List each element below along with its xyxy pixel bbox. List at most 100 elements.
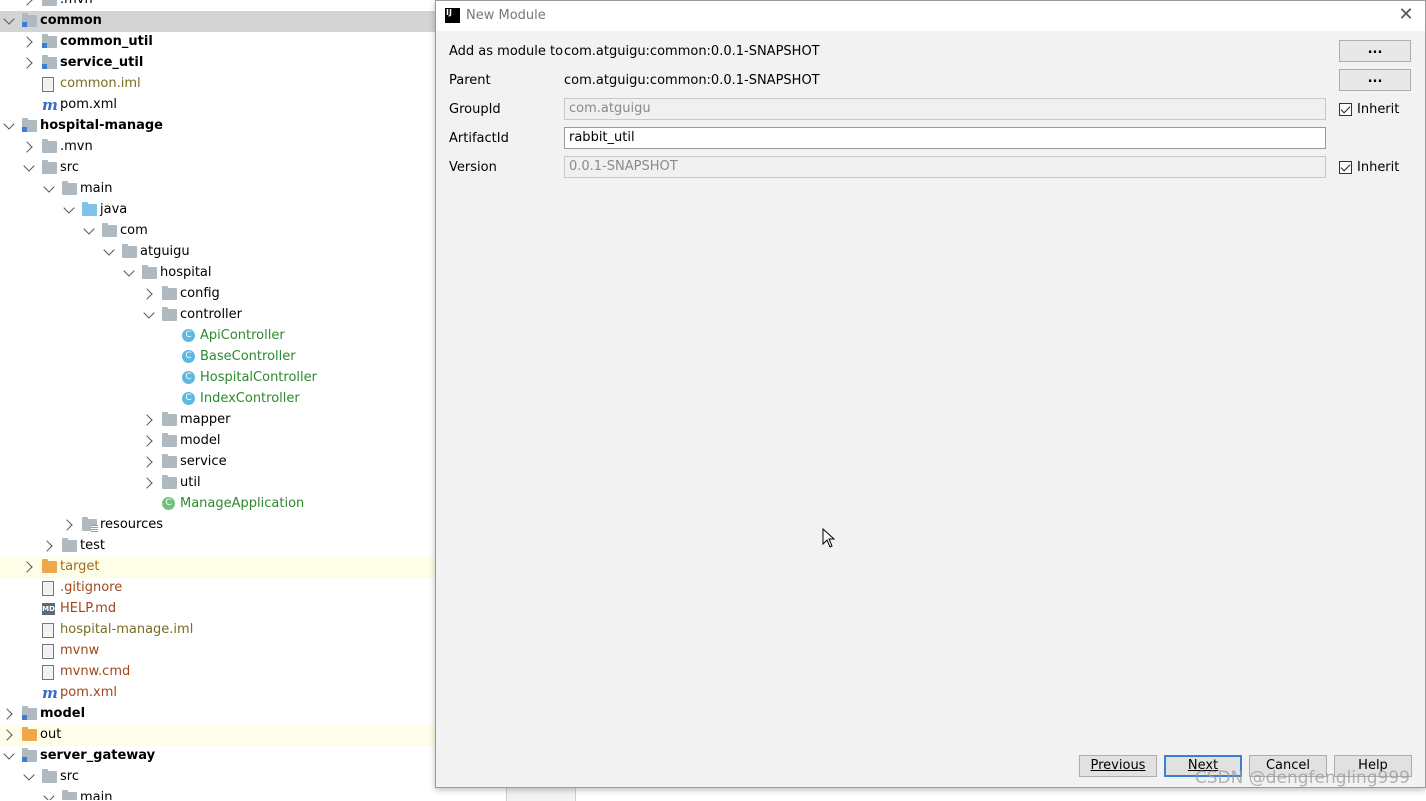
chevron-right-icon[interactable] (21, 57, 33, 69)
tree-item[interactable]: out (0, 725, 436, 746)
tree-item[interactable]: service_util (0, 53, 436, 74)
tree-item-label: server_gateway (40, 748, 156, 763)
chevron-down-icon[interactable] (3, 748, 15, 760)
chevron-down-icon[interactable] (123, 265, 135, 277)
chevron-right-icon[interactable] (21, 0, 33, 6)
tree-item[interactable]: hospital-manage.iml (0, 620, 436, 641)
tree-item[interactable]: mvnw (0, 641, 436, 662)
tree-item[interactable]: atguigu (0, 242, 436, 263)
previous-button[interactable]: Previous (1079, 755, 1157, 777)
tree-item[interactable]: resources (0, 515, 436, 536)
tree-item[interactable]: hospital-manage (0, 116, 436, 137)
tree-item[interactable]: util (0, 473, 436, 494)
chevron-right-icon[interactable] (61, 519, 73, 531)
chevron-right-icon[interactable] (141, 414, 153, 426)
chevron-down-icon[interactable] (83, 223, 95, 235)
chevron-right-icon[interactable] (21, 561, 33, 573)
package-icon (162, 454, 177, 468)
folder-icon (42, 769, 57, 783)
tree-item[interactable]: C IndexController (0, 389, 436, 410)
tree-item-label: config (180, 286, 220, 301)
new-module-dialog: IJ New Module ✕ Add as module to com.atg… (435, 0, 1426, 788)
chevron-down-icon[interactable] (63, 202, 75, 214)
tree-item[interactable]: .mvn (0, 0, 436, 11)
chevron-down-icon[interactable] (23, 769, 35, 781)
tree-item[interactable]: m pom.xml (0, 683, 436, 704)
chevron-right-icon[interactable] (141, 435, 153, 447)
tree-item[interactable]: service (0, 452, 436, 473)
groupid-field[interactable]: com.atguigu (564, 98, 1326, 120)
tree-item[interactable]: src (0, 158, 436, 179)
tree-item-label: mapper (180, 412, 231, 427)
tree-item[interactable]: C ManageApplication (0, 494, 436, 515)
chevron-down-icon[interactable] (23, 160, 35, 172)
tree-item[interactable]: mapper (0, 410, 436, 431)
tree-item[interactable]: C HospitalController (0, 368, 436, 389)
mouse-cursor-icon (822, 527, 836, 548)
folder-icon (62, 538, 77, 552)
tree-item[interactable]: m pom.xml (0, 95, 436, 116)
tree-item[interactable]: hospital (0, 263, 436, 284)
dialog-titlebar[interactable]: IJ New Module ✕ (436, 1, 1425, 31)
tree-item[interactable]: common.iml (0, 74, 436, 95)
module-folder-icon (22, 706, 37, 720)
close-icon[interactable]: ✕ (1395, 4, 1417, 26)
tree-item[interactable]: model (0, 431, 436, 452)
tree-item[interactable]: com (0, 221, 436, 242)
maven-icon: m (42, 96, 58, 114)
package-icon (142, 265, 157, 279)
tree-item[interactable]: src (0, 767, 436, 788)
tree-item[interactable]: mvnw.cmd (0, 662, 436, 683)
tree-item-label: src (60, 769, 79, 784)
tree-item[interactable]: config (0, 284, 436, 305)
chevron-down-icon[interactable] (3, 13, 15, 25)
tree-item[interactable]: main (0, 179, 436, 200)
artifactid-field[interactable]: rabbit_util (564, 127, 1326, 149)
tree-item-label: service_util (60, 55, 144, 70)
chevron-down-icon[interactable] (3, 118, 15, 130)
chevron-down-icon[interactable] (43, 790, 55, 800)
tree-item[interactable]: .mvn (0, 137, 436, 158)
parent-browse-button[interactable]: ... (1339, 69, 1411, 91)
chevron-right-icon[interactable] (21, 36, 33, 48)
chevron-right-icon[interactable] (1, 708, 13, 720)
version-inherit-checkbox[interactable] (1339, 161, 1352, 174)
iml-file-icon (42, 623, 54, 638)
chevron-right-icon[interactable] (21, 141, 33, 153)
chevron-right-icon[interactable] (141, 288, 153, 300)
tree-item[interactable]: C ApiController (0, 326, 436, 347)
tree-item[interactable]: controller (0, 305, 436, 326)
text-file-icon (42, 665, 54, 680)
chevron-down-icon[interactable] (43, 181, 55, 193)
tree-item[interactable]: model (0, 704, 436, 725)
dialog-title: New Module (466, 8, 546, 23)
tree-item[interactable]: common_util (0, 32, 436, 53)
tree-item-label: .gitignore (60, 580, 123, 595)
tree-item[interactable]: server_gateway (0, 746, 436, 767)
chevron-right-icon[interactable] (1, 729, 13, 741)
tree-item[interactable]: C BaseController (0, 347, 436, 368)
folder-icon (42, 0, 57, 6)
tree-item[interactable]: MD HELP.md (0, 599, 436, 620)
project-tree: .mvn common common_util service_util common.… (0, 0, 436, 800)
tree-item[interactable]: target (0, 557, 436, 578)
chevron-down-icon[interactable] (103, 244, 115, 256)
chevron-right-icon[interactable] (41, 540, 53, 552)
package-icon (162, 433, 177, 447)
tree-item-label: main (80, 790, 113, 800)
folder-icon (62, 181, 77, 195)
markdown-icon: MD (42, 603, 55, 615)
chevron-right-icon[interactable] (141, 456, 153, 468)
excluded-folder-icon (22, 727, 37, 741)
tree-item[interactable]: java (0, 200, 436, 221)
version-field[interactable]: 0.0.1-SNAPSHOT (564, 156, 1326, 178)
tree-item[interactable]: common (0, 11, 436, 32)
tree-item[interactable]: main (0, 788, 436, 800)
tree-item[interactable]: .gitignore (0, 578, 436, 599)
tree-item[interactable]: test (0, 536, 436, 557)
chevron-down-icon[interactable] (143, 307, 155, 319)
tree-item-label: IndexController (200, 391, 300, 406)
add-as-module-browse-button[interactable]: ... (1339, 40, 1411, 62)
chevron-right-icon[interactable] (141, 477, 153, 489)
groupid-inherit-checkbox[interactable] (1339, 103, 1352, 116)
